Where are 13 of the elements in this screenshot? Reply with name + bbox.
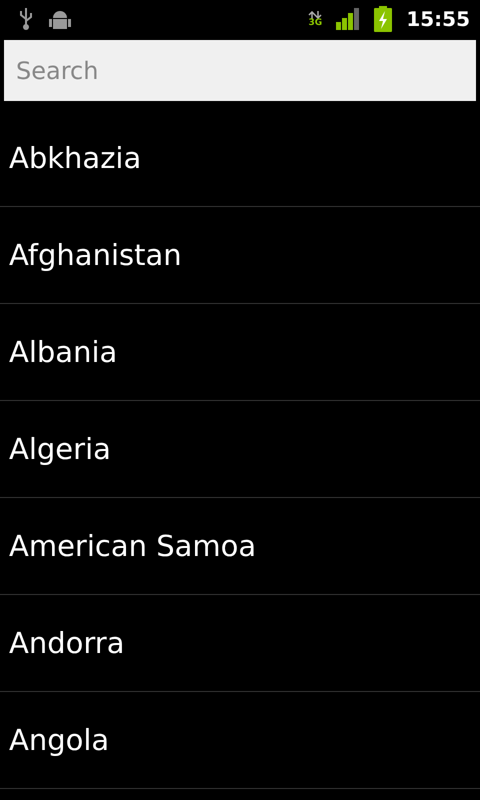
country-name[interactable]: Abkhazia (9, 141, 142, 175)
country-name[interactable]: Andorra (9, 626, 124, 660)
usb-icon (18, 7, 34, 31)
country-name[interactable]: Albania (9, 335, 118, 369)
clock-time: 15:55 (406, 7, 470, 31)
country-name[interactable]: Afghanistan (9, 238, 182, 272)
battery-charging-icon (374, 6, 392, 32)
signal-icon (336, 8, 360, 30)
android-icon (48, 8, 72, 30)
search-field[interactable]: Search (4, 40, 476, 101)
country-name[interactable]: American Samoa (9, 529, 256, 563)
country-name[interactable]: Algeria (9, 432, 111, 466)
country-name[interactable]: Angola (9, 723, 110, 757)
